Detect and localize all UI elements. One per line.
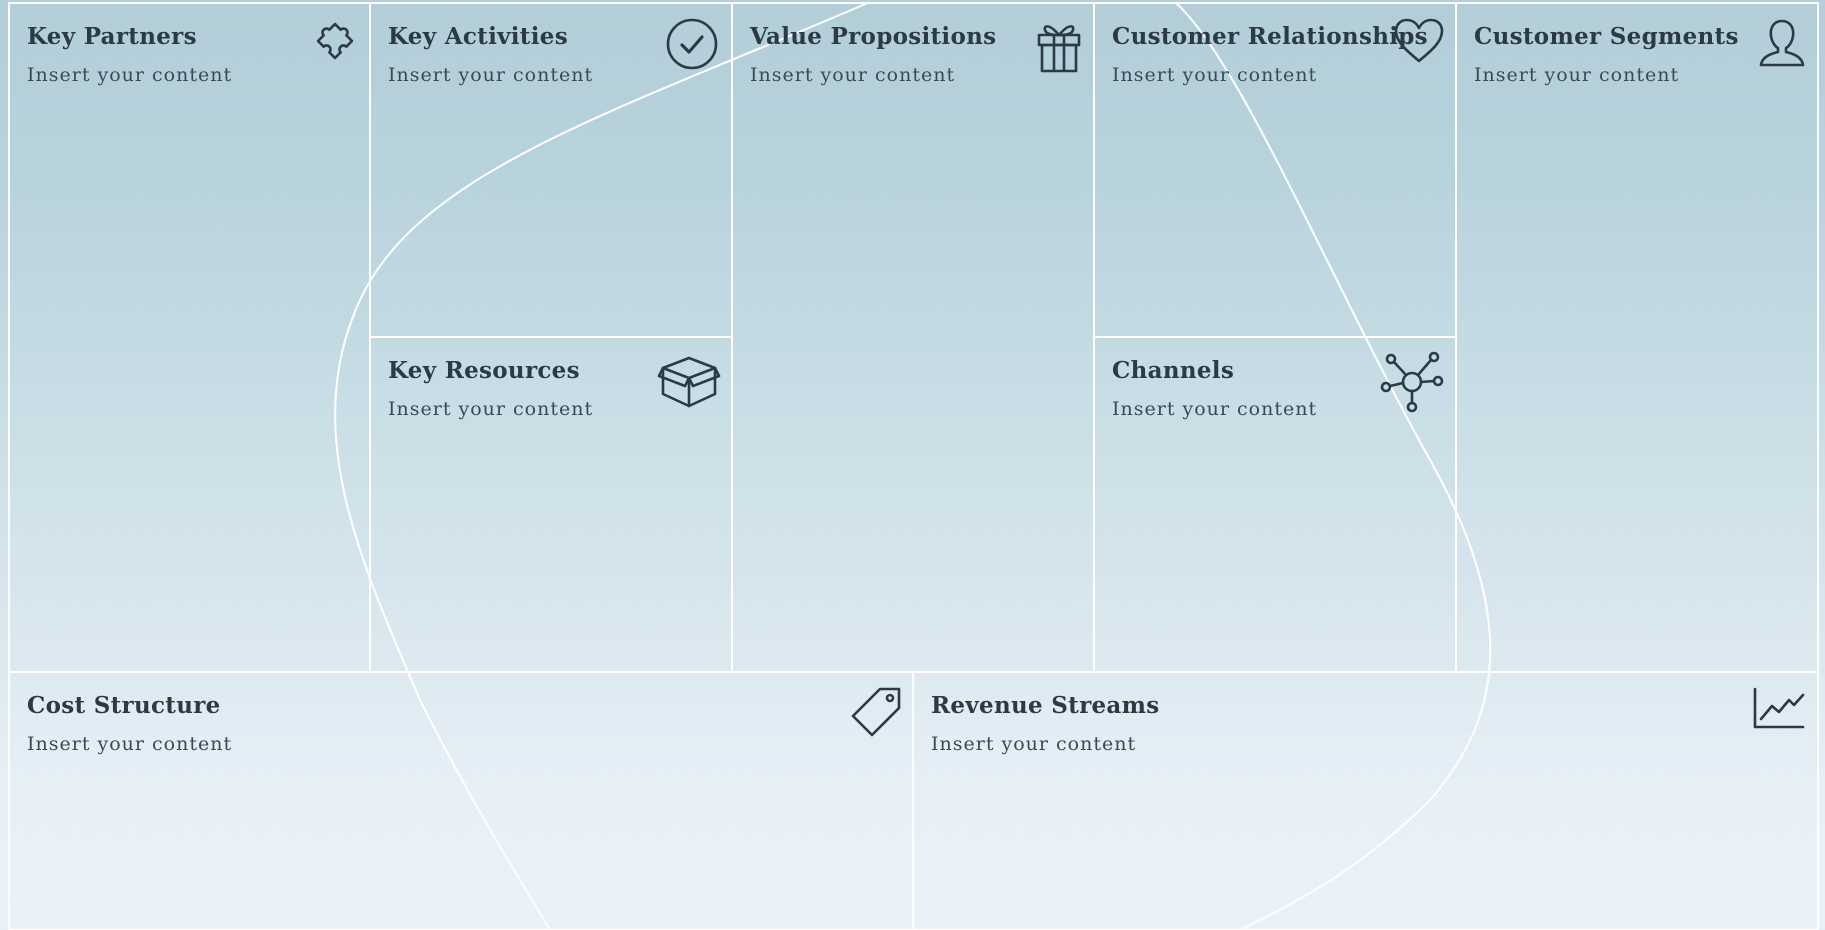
block-content[interactable]: Insert your content	[388, 398, 593, 420]
line-chart-icon	[1752, 686, 1806, 730]
puzzle-icon	[309, 17, 361, 69]
block-content[interactable]: Insert your content	[1112, 398, 1317, 420]
heart-icon	[1393, 17, 1445, 65]
value-propositions-block[interactable]: Value Propositions Insert your content	[731, 2, 1095, 673]
block-title: Key Activities	[388, 23, 568, 50]
block-content[interactable]: Insert your content	[27, 733, 232, 755]
user-icon	[1758, 17, 1806, 69]
channels-block[interactable]: Channels Insert your content	[1093, 336, 1457, 673]
customer-relationships-block[interactable]: Customer Relationships Insert your conte…	[1093, 2, 1457, 338]
block-title: Channels	[1112, 357, 1235, 384]
block-title: Revenue Streams	[931, 692, 1160, 719]
block-content[interactable]: Insert your content	[1112, 64, 1317, 86]
cost-structure-block[interactable]: Cost Structure Insert your content	[8, 671, 914, 930]
key-partners-block[interactable]: Key Partners Insert your content	[8, 2, 371, 673]
business-model-canvas: Key Partners Insert your content Key Act…	[0, 0, 1825, 930]
revenue-streams-block[interactable]: Revenue Streams Insert your content	[912, 671, 1819, 930]
block-content[interactable]: Insert your content	[931, 733, 1136, 755]
network-icon	[1380, 351, 1444, 413]
block-title: Key Resources	[388, 357, 580, 384]
gift-icon	[1036, 18, 1082, 74]
key-resources-block[interactable]: Key Resources Insert your content	[369, 336, 733, 673]
block-title: Key Partners	[27, 23, 197, 50]
block-title: Customer Segments	[1474, 23, 1739, 50]
block-title: Cost Structure	[27, 692, 221, 719]
customer-segments-block[interactable]: Customer Segments Insert your content	[1455, 2, 1819, 673]
block-title: Customer Relationships	[1112, 23, 1428, 50]
tag-icon	[850, 686, 902, 738]
box-icon	[657, 352, 721, 410]
block-content[interactable]: Insert your content	[750, 64, 955, 86]
key-activities-block[interactable]: Key Activities Insert your content	[369, 2, 733, 338]
block-content[interactable]: Insert your content	[388, 64, 593, 86]
block-content[interactable]: Insert your content	[1474, 64, 1679, 86]
block-content[interactable]: Insert your content	[27, 64, 232, 86]
block-title: Value Propositions	[750, 23, 997, 50]
check-circle-icon	[665, 17, 719, 71]
